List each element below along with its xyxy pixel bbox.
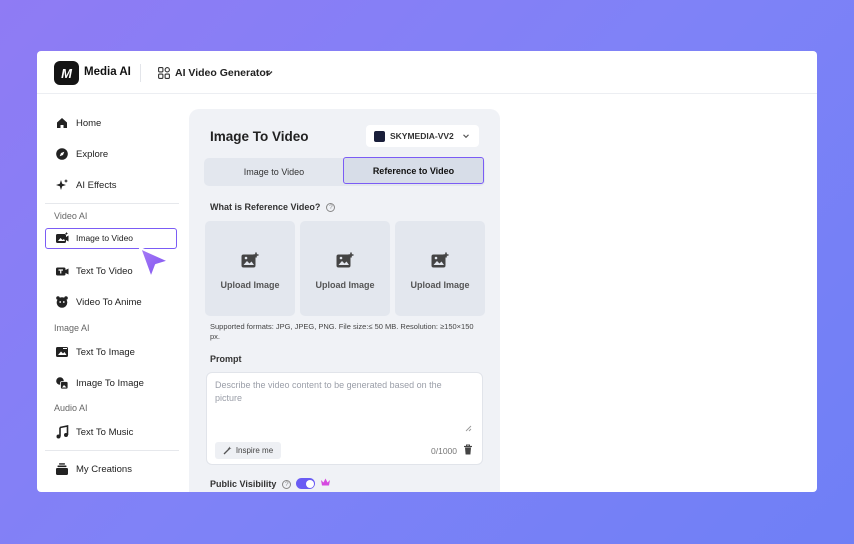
app-window: M Media AI AI Video Generator Home Explo… — [37, 51, 817, 492]
sidebar-item-label: My Creations — [76, 463, 132, 475]
section-audio-ai: Audio AI — [54, 403, 88, 413]
sidebar-item-label: Image to Video — [76, 233, 134, 243]
inspire-me-label: Inspire me — [235, 446, 274, 455]
prompt-label: Prompt — [210, 354, 242, 364]
sidebar-item-text-to-video[interactable]: Text To Video — [55, 263, 133, 279]
logo[interactable]: M — [54, 61, 79, 85]
model-logo-icon — [374, 130, 385, 142]
top-bar: M Media AI AI Video Generator — [37, 51, 817, 94]
resize-handle-icon[interactable] — [465, 425, 472, 432]
crown-icon — [321, 478, 330, 486]
sidebar: Home Explore AI Effects Video AI Image t… — [37, 95, 189, 492]
image-image-icon — [56, 377, 69, 390]
upload-image-label: Upload Image — [220, 280, 280, 290]
magic-wand-icon — [223, 446, 232, 455]
trash-icon[interactable] — [463, 444, 473, 455]
grid-icon[interactable] — [158, 67, 170, 79]
tab-reference-to-video[interactable]: Reference to Video — [343, 157, 484, 184]
section-video-ai: Video AI — [54, 211, 88, 221]
stack-icon — [56, 463, 68, 475]
sidebar-item-label: Video To Anime — [76, 296, 142, 308]
sidebar-item-label: Image To Image — [76, 377, 144, 389]
character-counter: 0/1000 — [431, 446, 457, 456]
text-image-icon — [56, 347, 68, 357]
sidebar-item-label: Home — [76, 117, 102, 129]
public-visibility-label: Public Visibility ? — [210, 479, 292, 489]
add-image-icon — [241, 252, 259, 268]
upload-image-slot-2[interactable]: Upload Image — [300, 221, 390, 316]
sidebar-item-video-to-anime[interactable]: Video To Anime — [55, 294, 142, 310]
chevron-down-icon[interactable] — [264, 68, 274, 78]
upload-image-label: Upload Image — [315, 280, 375, 290]
sidebar-item-text-to-music[interactable]: Text To Music — [55, 424, 133, 440]
upload-image-slot-3[interactable]: Upload Image — [395, 221, 485, 316]
upload-image-slot-1[interactable]: Upload Image — [205, 221, 295, 316]
image-video-icon — [56, 232, 69, 243]
sidebar-item-label: Explore — [76, 148, 109, 160]
sidebar-item-label: Text To Video — [76, 265, 133, 277]
sparkle-icon — [56, 179, 68, 190]
prompt-textarea[interactable]: Describe the video content to be generat… — [206, 372, 483, 465]
help-icon[interactable]: ? — [282, 479, 292, 489]
sidebar-item-home[interactable]: Home — [55, 115, 101, 131]
public-visibility-toggle[interactable] — [296, 478, 315, 489]
add-image-icon — [431, 252, 449, 268]
supported-formats-note: Supported formats: JPG, JPEG, PNG. File … — [210, 322, 474, 341]
sidebar-divider — [45, 450, 179, 451]
image-to-video-panel: Image To Video SKYMEDIA-VV2 Image to Vid… — [189, 109, 500, 492]
model-selector[interactable]: SKYMEDIA-VV2 — [366, 125, 479, 147]
model-name: SKYMEDIA-VV2 — [390, 131, 454, 141]
compass-icon — [56, 148, 68, 160]
section-image-ai: Image AI — [54, 323, 90, 333]
add-image-icon — [336, 252, 354, 268]
help-icon[interactable]: ? — [326, 202, 336, 212]
sidebar-item-ai-effects[interactable]: AI Effects — [55, 177, 116, 193]
sidebar-item-explore[interactable]: Explore — [55, 146, 108, 162]
upload-image-label: Upload Image — [410, 280, 470, 290]
chevron-down-icon — [463, 134, 469, 139]
prompt-placeholder: Describe the video content to be generat… — [215, 380, 442, 403]
pointer-cursor-icon — [138, 246, 171, 280]
tab-image-to-video[interactable]: Image to Video — [204, 158, 344, 186]
panel-title: Image To Video — [210, 129, 309, 144]
reference-question-text: What is Reference Video? — [210, 202, 321, 212]
sidebar-item-label: Text To Music — [76, 426, 134, 438]
generator-dropdown[interactable]: AI Video Generator — [175, 67, 270, 79]
sidebar-item-image-to-image[interactable]: Image To Image — [55, 375, 144, 391]
sidebar-item-image-to-video[interactable]: Image to Video — [55, 230, 133, 246]
anime-icon — [56, 296, 68, 308]
inspire-me-button[interactable]: Inspire me — [215, 442, 281, 459]
sidebar-item-label: Text To Image — [76, 346, 135, 358]
text-video-icon — [56, 267, 69, 276]
home-icon — [57, 118, 67, 128]
brand-name: Media AI — [84, 66, 131, 78]
music-icon — [56, 425, 69, 439]
public-visibility-text: Public Visibility — [210, 479, 277, 489]
sidebar-item-text-to-image[interactable]: Text To Image — [55, 344, 135, 360]
reference-question: What is Reference Video? ? — [210, 202, 336, 212]
sidebar-item-my-creations[interactable]: My Creations — [55, 461, 132, 477]
mode-tabs: Image to Video Reference to Video — [204, 157, 485, 186]
sidebar-item-label: AI Effects — [76, 179, 117, 191]
sidebar-divider — [45, 203, 179, 204]
topbar-divider — [140, 64, 141, 82]
